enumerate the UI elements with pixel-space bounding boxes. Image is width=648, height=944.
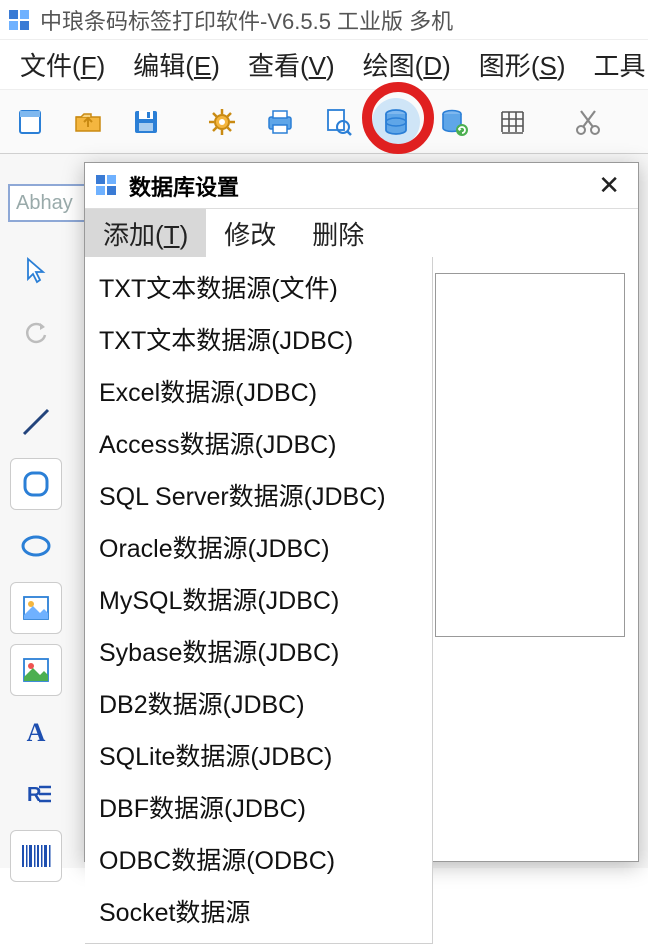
grid-button[interactable] [488, 98, 536, 146]
database-button[interactable] [372, 98, 420, 146]
add-datasource-dropdown: TXT文本数据源(文件) TXT文本数据源(JDBC) Excel数据源(JDB… [85, 257, 433, 944]
document-tab-label: Abhay [16, 192, 73, 215]
side-toolbar: A R [10, 244, 68, 882]
dd-mysql-jdbc[interactable]: MySQL数据源(JDBC) [85, 573, 432, 625]
dd-oracle-jdbc[interactable]: Oracle数据源(JDBC) [85, 521, 432, 573]
menu-edit[interactable]: 编辑(E) [119, 40, 234, 89]
rounded-rect-tool[interactable] [10, 458, 62, 510]
dialog-icon [95, 174, 119, 198]
dd-sybase-jdbc[interactable]: Sybase数据源(JDBC) [85, 625, 432, 677]
line-tool[interactable] [10, 396, 62, 448]
main-toolbar [0, 90, 648, 154]
window-titlebar: 中琅条码标签打印软件-V6.5.5 工业版 多机 [0, 0, 648, 40]
dd-socket[interactable]: Socket数据源 [85, 885, 432, 937]
dialog-title: 数据库设置 [129, 170, 590, 202]
new-doc-button[interactable] [6, 98, 54, 146]
settings-button[interactable] [198, 98, 246, 146]
dd-txt-jdbc[interactable]: TXT文本数据源(JDBC) [85, 313, 432, 365]
document-tab[interactable]: Abhay [8, 184, 86, 222]
print-button[interactable] [256, 98, 304, 146]
richtext-tool[interactable]: R [10, 768, 62, 820]
dialog-list-box [435, 273, 625, 637]
dd-db2-jdbc[interactable]: DB2数据源(JDBC) [85, 677, 432, 729]
dd-excel-jdbc[interactable]: Excel数据源(JDBC) [85, 365, 432, 417]
dialog-menubar: 添加(T) 修改 删除 [85, 209, 638, 257]
menu-draw[interactable]: 绘图(D) [349, 40, 465, 89]
image-color-tool[interactable] [10, 644, 62, 696]
menu-shape[interactable]: 图形(S) [465, 40, 580, 89]
image-tool[interactable] [10, 582, 62, 634]
dialog-menu-add[interactable]: 添加(T) [85, 209, 206, 258]
window-title: 中琅条码标签打印软件-V6.5.5 工业版 多机 [40, 4, 453, 36]
ellipse-tool[interactable] [10, 520, 62, 572]
dialog-menu-modify[interactable]: 修改 [206, 209, 294, 258]
database-settings-dialog: 数据库设置 ✕ 添加(T) 修改 删除 TXT文本数据源(文件) TXT文本数据… [84, 162, 639, 862]
app-icon [8, 9, 30, 31]
dd-access-jdbc[interactable]: Access数据源(JDBC) [85, 417, 432, 469]
dd-sqlite-jdbc[interactable]: SQLite数据源(JDBC) [85, 729, 432, 781]
dd-dbf-jdbc[interactable]: DBF数据源(JDBC) [85, 781, 432, 833]
menu-view[interactable]: 查看(V) [234, 40, 349, 89]
database-refresh-button[interactable] [430, 98, 478, 146]
dialog-menu-delete[interactable]: 删除 [294, 209, 382, 258]
dd-txt-file[interactable]: TXT文本数据源(文件) [85, 261, 432, 313]
dialog-titlebar: 数据库设置 ✕ [85, 163, 638, 209]
save-button[interactable] [122, 98, 170, 146]
text-tool[interactable]: A [10, 706, 62, 758]
svg-text:A: A [27, 718, 46, 747]
open-button[interactable] [64, 98, 112, 146]
cut-button[interactable] [564, 98, 612, 146]
menu-tools[interactable]: 工具 [580, 40, 648, 89]
dd-odbc[interactable]: ODBC数据源(ODBC) [85, 833, 432, 885]
barcode-tool[interactable] [10, 830, 62, 882]
menubar: 文件(F) 编辑(E) 查看(V) 绘图(D) 图形(S) 工具 [0, 40, 648, 90]
cursor-tool[interactable] [10, 244, 62, 296]
print-preview-button[interactable] [314, 98, 362, 146]
dd-sqlserver-jdbc[interactable]: SQL Server数据源(JDBC) [85, 469, 432, 521]
dialog-close-button[interactable]: ✕ [590, 170, 628, 201]
menu-file[interactable]: 文件(F) [6, 40, 119, 89]
rotate-tool[interactable] [10, 306, 62, 358]
